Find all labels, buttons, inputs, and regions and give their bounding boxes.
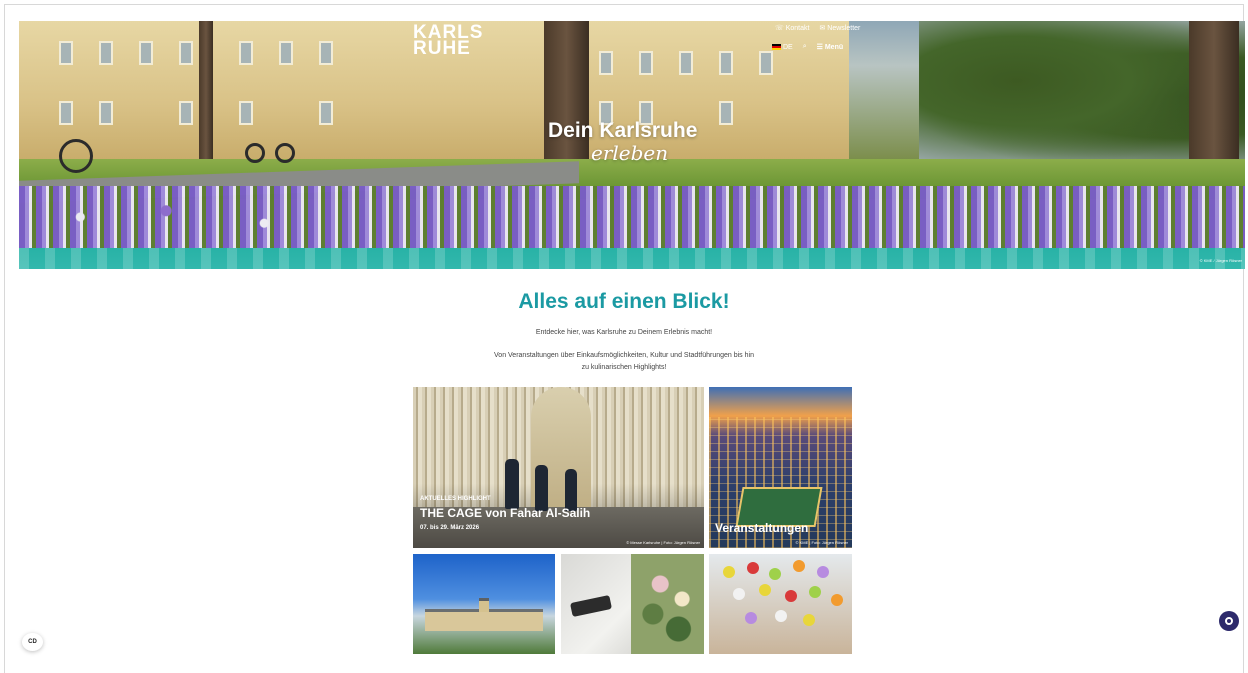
tile-credit: © Messe Karlsruhe | Foto: Jürgen Rösner [626, 540, 700, 545]
bicycle-wheel [245, 143, 265, 163]
tile-the-cage[interactable]: AKTUELLES HIGHLIGHT THE CAGE von Fahar A… [413, 387, 704, 548]
section-title: Alles auf einen Blick! [518, 290, 730, 313]
phone-icon: ☏ [775, 25, 784, 32]
phone-object [569, 594, 613, 618]
top-navigation: ☏ Kontakt ✉ Newsletter [775, 24, 860, 32]
envelope-icon: ✉ [819, 25, 826, 32]
search-icon[interactable]: ⌕ [803, 43, 807, 51]
lantern [769, 568, 781, 580]
logo-line-2: RUHE [413, 38, 471, 59]
hero-credit: © KME / Jürgen Rösner [1199, 258, 1242, 263]
tile-palace[interactable] [413, 554, 555, 654]
intro-text-1: Entdecke hier, was Karlsruhe zu Deinem E… [535, 329, 713, 336]
kontakt-link[interactable]: ☏ Kontakt [775, 24, 809, 32]
person-figure [505, 459, 519, 509]
lantern [733, 588, 745, 600]
header-controls: DE ⌕ ☰ Menü [772, 43, 843, 51]
language-switch[interactable]: DE [772, 44, 793, 51]
hero-title: Dein Karlsruhe [548, 119, 698, 142]
tree-trunk [544, 21, 589, 171]
hero-teal-band [19, 248, 1245, 269]
lantern [747, 562, 759, 574]
newsletter-link[interactable]: ✉ Newsletter [819, 24, 860, 32]
hero-crocus-field [19, 186, 1245, 248]
lantern [793, 560, 805, 572]
tile-title: THE CAGE von Fahar Al-Salih [420, 506, 591, 520]
lantern [803, 614, 815, 626]
hero-subtitle: erleben [591, 141, 669, 165]
intro-text-2b: zu kulinarischen Highlights! [581, 364, 667, 371]
lantern [745, 612, 757, 624]
tree-trunk [199, 21, 213, 161]
lantern [817, 566, 829, 578]
hamburger-icon: ☰ [816, 44, 823, 51]
bicycle-wheel [275, 143, 295, 163]
intro-text-2a: Von Veranstaltungen über Einkaufsmöglich… [494, 352, 754, 359]
tile-label: Veranstaltungen [715, 521, 809, 535]
lantern [723, 566, 735, 578]
lantern [831, 594, 843, 606]
lantern [785, 590, 797, 602]
newsletter-label: Newsletter [827, 25, 861, 32]
palace-tower [479, 598, 489, 612]
menu-button[interactable]: ☰ Menü [817, 43, 844, 51]
flower-bouquet [631, 554, 704, 654]
bicycle-wheel [59, 139, 93, 173]
kontakt-label: Kontakt [785, 25, 810, 32]
tile-credit: © KME | Foto: Jürgen Rösner [795, 540, 848, 545]
lantern [775, 610, 787, 622]
language-label: DE [782, 43, 793, 51]
person-figure [565, 469, 577, 511]
lantern [759, 584, 771, 596]
lantern [809, 586, 821, 598]
tile-date: 07. bis 29. März 2026 [420, 525, 480, 531]
chat-icon[interactable] [1219, 611, 1239, 631]
palace-building [425, 609, 543, 631]
menu-label: Menü [824, 44, 844, 51]
tile-eyebrow: AKTUELLES HIGHLIGHT [420, 496, 491, 502]
flag-de-icon [772, 43, 781, 50]
cookie-settings-button[interactable]: CD [22, 633, 43, 651]
tile-lanterns[interactable] [709, 554, 852, 654]
karlsruhe-logo[interactable]: KARLS RUHE [413, 23, 483, 59]
tile-veranstaltungen[interactable]: Veranstaltungen © KME | Foto: Jürgen Rös… [709, 387, 852, 548]
person-figure [535, 465, 548, 511]
tile-flowers[interactable] [561, 554, 704, 654]
